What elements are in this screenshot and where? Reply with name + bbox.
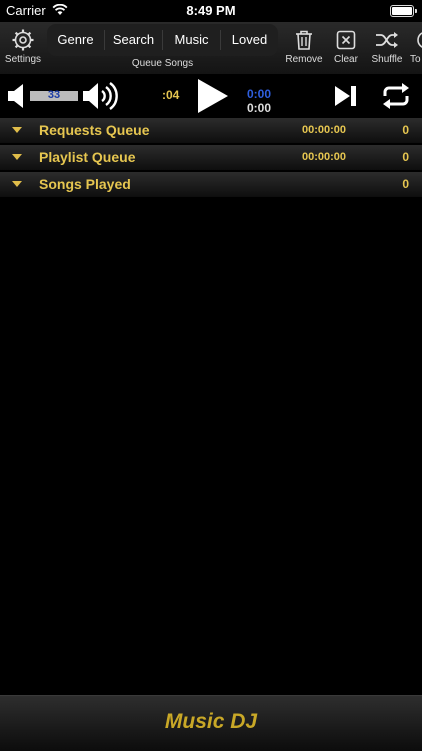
elapsed-time: :04: [162, 88, 180, 102]
clock: 8:49 PM: [186, 3, 236, 18]
player-controls: 33 :04 0:00 0:00: [0, 74, 422, 118]
tab-music[interactable]: Music: [163, 30, 221, 50]
category-segmented-control: Genre Search Music Loved: [47, 24, 278, 56]
remove-label: Remove: [285, 54, 323, 65]
top-button[interactable]: To: [410, 28, 422, 65]
clear-icon: [336, 30, 356, 50]
gear-icon: [12, 29, 34, 51]
top-icon: [417, 32, 422, 48]
queue-row-requests[interactable]: Requests Queue 00:00:00 0: [0, 118, 422, 144]
repeat-icon[interactable]: [380, 82, 412, 110]
volume-high-icon[interactable]: [82, 81, 118, 111]
tab-search[interactable]: Search: [105, 30, 163, 50]
queue-name: Playlist Queue: [39, 149, 136, 165]
queue-duration: 00:00:00: [302, 151, 347, 163]
queue-name: Songs Played: [39, 176, 131, 192]
shuffle-label: Shuffle: [371, 54, 403, 65]
battery-icon: [390, 5, 417, 17]
footer-bar: Music DJ: [0, 695, 422, 751]
app-brand-title: Music DJ: [164, 710, 258, 733]
status-bar: Carrier 8:49 PM: [0, 0, 422, 22]
queue-count: 0: [402, 123, 409, 137]
top-label: To: [410, 54, 421, 65]
volume-value: 33: [47, 89, 61, 101]
track-time-total: 0:00: [247, 101, 272, 115]
queue-row-songs-played[interactable]: Songs Played 0: [0, 172, 422, 198]
disclosure-arrow-icon[interactable]: [12, 181, 22, 187]
queue-count: 0: [402, 150, 409, 164]
tab-loved[interactable]: Loved: [221, 30, 278, 50]
disclosure-arrow-icon[interactable]: [12, 127, 22, 133]
next-track-icon[interactable]: [334, 85, 358, 107]
remove-button[interactable]: Remove: [283, 28, 325, 65]
trash-icon: [296, 30, 312, 50]
queue-songs-label: Queue Songs: [131, 58, 194, 69]
queue-row-playlist[interactable]: Playlist Queue 00:00:00 0: [0, 145, 422, 171]
track-time-current: 0:00: [247, 87, 272, 101]
shuffle-icon: [376, 32, 398, 48]
clear-button[interactable]: Clear: [329, 28, 363, 65]
clear-label: Clear: [334, 54, 358, 65]
shuffle-button[interactable]: Shuffle: [367, 28, 407, 65]
queue-name: Requests Queue: [39, 122, 150, 138]
volume-low-icon[interactable]: [7, 83, 29, 109]
play-icon[interactable]: [196, 78, 230, 114]
queue-count: 0: [402, 177, 409, 191]
disclosure-arrow-icon[interactable]: [12, 154, 22, 160]
settings-label: Settings: [4, 54, 42, 65]
tab-genre[interactable]: Genre: [47, 30, 105, 50]
toolbar: Settings Genre Search Music Loved Queue …: [0, 22, 422, 74]
settings-button[interactable]: Settings: [2, 28, 44, 65]
queue-duration: 00:00:00: [302, 124, 347, 136]
